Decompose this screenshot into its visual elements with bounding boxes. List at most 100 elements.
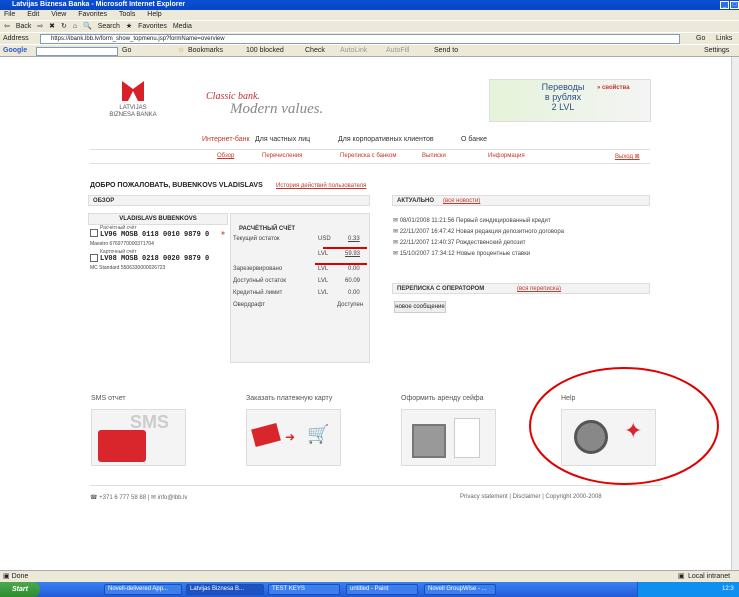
media-button[interactable]: Media <box>173 23 192 30</box>
account2-checkbox[interactable] <box>90 254 98 262</box>
order-card-image[interactable]: ➜ 🛒 <box>246 409 341 466</box>
all-news-link[interactable]: (все новости) <box>443 198 480 204</box>
task-novell-app[interactable]: Novell-delivered App... <box>104 584 182 595</box>
footer-separator: | <box>147 495 150 501</box>
privacy-link[interactable]: Privacy statement <box>460 494 508 500</box>
autolink-button[interactable]: AutoLink <box>340 45 367 57</box>
safe-rental-image[interactable] <box>401 409 496 466</box>
window-title: Latvijas Biznesa Banka - Microsoft Inter… <box>12 1 186 8</box>
favorites-button[interactable]: Favorites <box>138 23 167 30</box>
copyright-text: Copyright 2000-2008 <box>545 494 602 500</box>
menu-edit[interactable]: Edit <box>27 11 39 18</box>
page-content: LATVIJAS BIZNESA BANKA Classic bank. Mod… <box>0 57 739 570</box>
favorites-icon[interactable]: ★ <box>126 23 132 30</box>
refresh-icon[interactable]: ↻ <box>61 23 67 30</box>
account2-number[interactable]: LV08 MOSB 0218 0020 9879 0 <box>100 255 209 263</box>
menu-help[interactable]: Help <box>147 11 161 18</box>
service-title-card[interactable]: Заказать платежную карту <box>246 395 332 402</box>
mail-icon: ✉ <box>393 240 399 246</box>
new-message-button[interactable]: новое сообщение <box>394 301 446 313</box>
back-icon[interactable]: ⇦ <box>4 23 10 30</box>
system-tray: 12:3 <box>637 582 739 597</box>
links-button[interactable]: Links <box>716 33 732 44</box>
news-item[interactable]: ✉ 15/10/2007 17:34:12 Новые процентные с… <box>393 250 530 257</box>
banner-text: Переводы в рублях 2 LVL <box>538 82 588 112</box>
detail-value: 0.00 <box>348 266 360 272</box>
detail-currency: LVL <box>318 290 329 296</box>
news-item-text: 08/01/2008 11:21:56 Первый синдицированн… <box>399 218 551 224</box>
tab-correspondence[interactable]: Переписка с банком <box>340 153 396 159</box>
menu-file[interactable]: File <box>4 11 15 18</box>
vertical-scrollbar[interactable] <box>731 57 739 570</box>
forward-icon[interactable]: ⇨ <box>37 23 43 30</box>
bank-logo-icon <box>122 81 144 101</box>
menu-favorites[interactable]: Favorites <box>78 11 107 18</box>
google-search-input[interactable] <box>36 47 118 56</box>
nav-private[interactable]: Для частных лиц <box>255 136 310 143</box>
bookmarks-button[interactable]: Bookmarks <box>188 45 223 57</box>
history-link[interactable]: История действий пользователя <box>276 183 366 189</box>
all-correspondence-link[interactable]: (вся переписка) <box>517 286 561 292</box>
bank-name: LATVIJAS BIZNESA BANKA <box>108 105 158 119</box>
overview-title: ОБЗОР <box>93 198 115 204</box>
tab-information[interactable]: Информация <box>488 153 525 159</box>
arrow-icon: ➜ <box>285 430 296 444</box>
search-button[interactable]: Search <box>98 23 120 30</box>
mail-icon: ✉ <box>393 218 399 224</box>
check-button[interactable]: Check <box>305 45 325 57</box>
address-input[interactable]: https://ibank.lbb.lv/form_show_topmenu.j… <box>40 34 680 44</box>
nav-internet-bank[interactable]: Интернет-банк <box>202 136 250 143</box>
logout-link[interactable]: Выход ⊠ <box>615 153 640 160</box>
email-icon: ✉ <box>150 495 156 501</box>
popup-blocked-button[interactable]: 100 blocked <box>246 45 284 57</box>
service-title-safe[interactable]: Оформить аренду сейфа <box>401 395 484 402</box>
footer-phone: +371 6 777 58 88 <box>99 495 147 501</box>
task-test-keys[interactable]: TEST KEYS <box>268 584 340 595</box>
detail-label: Кредитный лимит <box>233 290 283 296</box>
menu-tools[interactable]: Tools <box>119 11 135 18</box>
autofill-button[interactable]: AutoFill <box>386 45 409 57</box>
back-button[interactable]: Back <box>16 23 32 30</box>
sendto-button[interactable]: Send to <box>434 45 458 57</box>
search-icon[interactable]: 🔍 <box>83 23 92 30</box>
home-icon[interactable]: ⌂ <box>73 23 77 30</box>
tab-statements[interactable]: Выписки <box>422 153 446 159</box>
account1-checkbox[interactable] <box>90 229 98 237</box>
go-button[interactable]: Go <box>696 33 705 44</box>
banner-link[interactable]: » свойства <box>597 85 630 91</box>
banner-text-line2: в рублях <box>544 92 582 102</box>
news-item[interactable]: ✉ 22/11/2007 12:40:37 Рождественский деп… <box>393 239 526 246</box>
nav-corporate[interactable]: Для корпоративных клиентов <box>338 136 434 143</box>
footer-email[interactable]: info@lbb.lv <box>158 495 188 501</box>
disclaimer-link[interactable]: Disclaimer <box>513 494 541 500</box>
minimize-button[interactable]: _ <box>720 1 729 9</box>
service-title-sms[interactable]: SMS отчет <box>91 395 126 402</box>
news-item[interactable]: ✉ 08/01/2008 11:21:56 Первый синдицирова… <box>393 217 551 224</box>
sms-report-image[interactable]: SMS <box>91 409 186 466</box>
tab-overview[interactable]: Обзор <box>217 153 234 159</box>
footer-links: Privacy statement | Disclaimer | Copyrig… <box>460 494 602 500</box>
stop-icon[interactable]: ✖ <box>49 23 55 30</box>
bookmarks-icon[interactable]: ☆ <box>178 45 184 57</box>
tab-transfers[interactable]: Перечисления <box>262 153 302 159</box>
footer-separator: | <box>542 494 544 500</box>
account1-arrow-icon[interactable]: » <box>221 230 225 237</box>
nav-about[interactable]: О банке <box>461 136 487 143</box>
google-go-button[interactable]: Go <box>122 45 131 57</box>
task-paint[interactable]: untitled - Paint <box>346 584 418 595</box>
footer-divider <box>90 485 662 486</box>
task-groupwise[interactable]: Novell GroupWise - ... <box>424 584 496 595</box>
welcome-heading: ДОБРО ПОЖАЛОВАТЬ, BUBENKOVS VLADISLAVS <box>90 182 263 189</box>
google-settings-button[interactable]: Settings <box>704 45 729 57</box>
safe-icon <box>412 424 446 458</box>
menu-view[interactable]: View <box>51 11 66 18</box>
news-item[interactable]: ✉ 22/11/2007 16:47:42 Новая редакция деп… <box>393 228 564 235</box>
detail-label: Текущий остаток <box>233 236 280 242</box>
status-text: Done <box>11 573 29 580</box>
account1-number[interactable]: LV96 MOSB 0118 0010 9879 0 <box>100 231 209 239</box>
start-button[interactable]: Start <box>0 582 40 597</box>
promo-banner[interactable]: Переводы в рублях 2 LVL » свойства <box>489 79 651 122</box>
news-header: АКТУАЛЬНО (все новости) <box>392 195 650 206</box>
maximize-button[interactable]: □ <box>730 1 739 9</box>
task-browser[interactable]: Latvijas Biznesa B... <box>186 584 264 595</box>
